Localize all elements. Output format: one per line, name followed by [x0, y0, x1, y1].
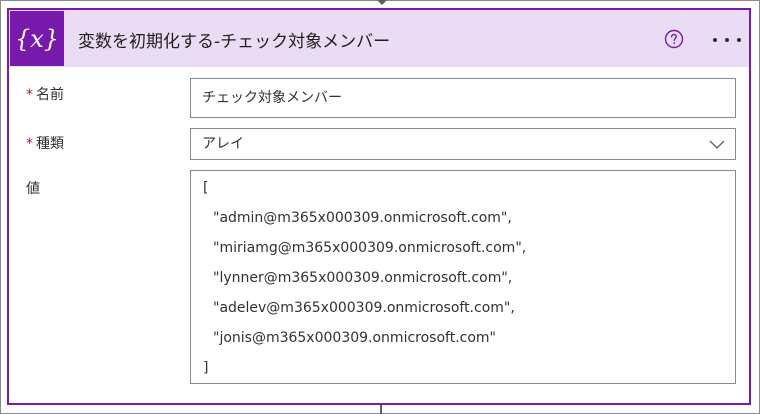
help-circle-icon[interactable] — [664, 29, 684, 49]
name-label: * 名前 — [26, 84, 64, 104]
svg-text:{x}: {x} — [17, 25, 57, 53]
value-line: "jonis@m365x000309.onmicrosoft.com" — [213, 330, 496, 346]
value-line: "adelev@m365x000309.onmicrosoft.com", — [213, 300, 515, 316]
value-textarea[interactable]: [ "admin@m365x000309.onmicrosoft.com", "… — [190, 170, 736, 384]
action-card: {x} 変数を初期化する-チェック対象メンバー * 名前 チェック対象メンバー *… — [7, 8, 751, 405]
type-dropdown[interactable]: アレイ — [190, 128, 736, 160]
type-label: * 種類 — [26, 133, 64, 153]
name-input[interactable]: チェック対象メンバー — [190, 78, 736, 118]
action-card-header[interactable]: {x} 変数を初期化する-チェック対象メンバー — [9, 10, 749, 67]
name-input-value: チェック対象メンバー — [202, 90, 342, 106]
chevron-down-icon[interactable] — [709, 138, 725, 150]
value-label: 値 — [26, 181, 40, 197]
variable-glyph-icon: {x} — [17, 25, 57, 53]
value-line: [ — [203, 180, 209, 196]
value-line: "miriamg@m365x000309.onmicrosoft.com", — [213, 240, 527, 256]
flow-connector-line — [380, 405, 382, 414]
flow-connector-arrow-icon — [377, 0, 387, 5]
value-line: "admin@m365x000309.onmicrosoft.com", — [213, 210, 512, 226]
value-line: ] — [203, 360, 209, 376]
required-marker: * — [26, 136, 33, 152]
required-marker: * — [26, 87, 33, 103]
action-title[interactable]: 変数を初期化する-チェック対象メンバー — [78, 27, 390, 52]
value-line: "lynner@m365x000309.onmicrosoft.com", — [213, 270, 513, 286]
type-selected-value: アレイ — [202, 136, 244, 152]
type-label-text: 種類 — [36, 136, 64, 152]
more-options-icon[interactable] — [712, 37, 742, 43]
variable-icon: {x} — [10, 11, 64, 66]
name-label-text: 名前 — [36, 87, 64, 103]
